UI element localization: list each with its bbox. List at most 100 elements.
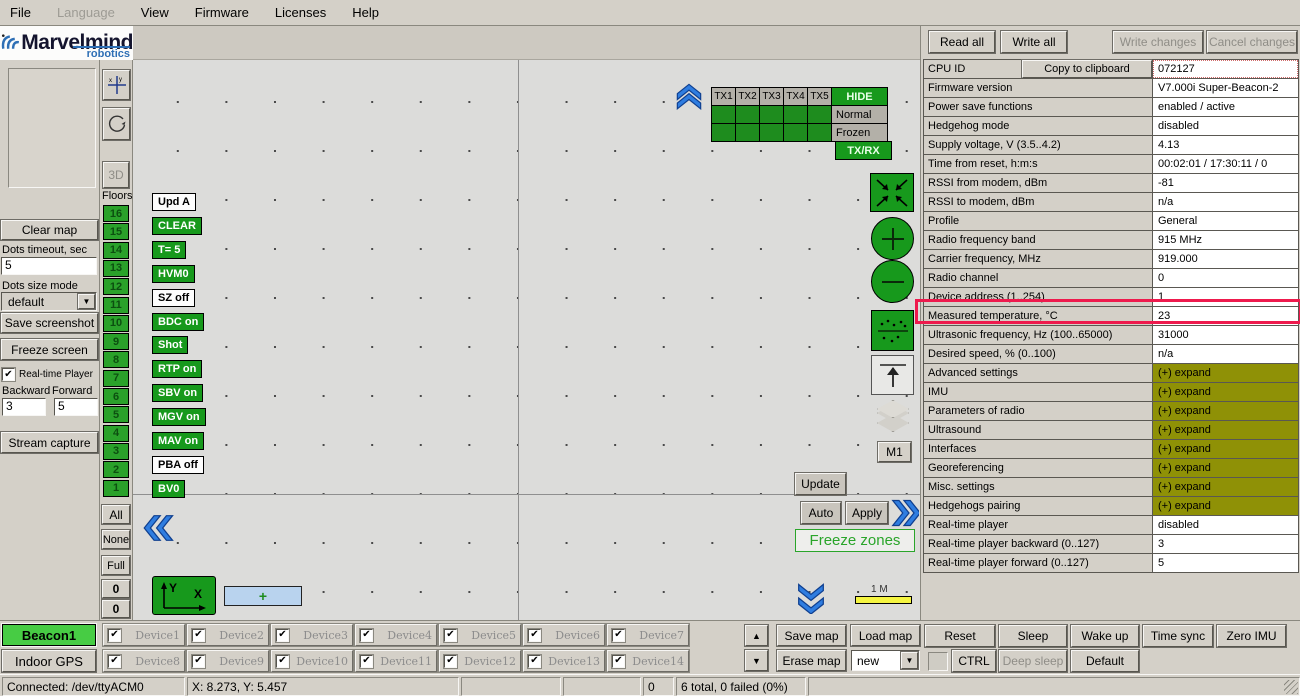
device-checkbox[interactable]: ✔	[108, 629, 121, 642]
clear-map-button[interactable]: Clear map	[1, 220, 98, 240]
dropdown-arrow-icon[interactable]: ▼	[901, 652, 918, 669]
expand-cell[interactable]: (+) expand	[1152, 458, 1299, 478]
chevron-left-icon[interactable]	[143, 513, 175, 543]
expand-cell[interactable]: (+) expand	[1152, 477, 1299, 497]
device-toggle-device9[interactable]: ✔Device9	[187, 650, 269, 672]
tx-normal-button[interactable]: Normal	[831, 105, 888, 124]
device-checkbox[interactable]: ✔	[192, 629, 205, 642]
overlay-button-mgv-on[interactable]: MGV on	[152, 408, 206, 426]
cancel-changes-button[interactable]: Cancel changes	[1207, 31, 1297, 53]
map-select[interactable]: new ▼	[851, 650, 920, 671]
tx-header-tx4[interactable]: TX4	[783, 87, 808, 106]
overlay-button-sbv-on[interactable]: SBV on	[152, 384, 203, 402]
freeze-screen-button[interactable]: Freeze screen	[1, 339, 98, 360]
device-toggle-device6[interactable]: ✔Device6	[523, 624, 605, 646]
tx-cell[interactable]	[735, 105, 760, 124]
sleep-button[interactable]: Sleep	[999, 625, 1067, 647]
read-all-button[interactable]: Read all	[929, 31, 995, 53]
menu-item-language[interactable]: Language	[57, 5, 115, 20]
device-checkbox[interactable]: ✔	[528, 655, 541, 668]
erase-map-button[interactable]: Erase map	[777, 650, 846, 671]
dots-icon[interactable]	[871, 310, 914, 351]
reset-button[interactable]: Reset	[925, 625, 995, 647]
chevron-up-icon[interactable]	[675, 82, 703, 110]
load-map-button[interactable]: Load map	[851, 625, 920, 646]
device-toggle-device12[interactable]: ✔Device12	[439, 650, 521, 672]
overlay-button-shot[interactable]: Shot	[152, 336, 188, 354]
save-map-button[interactable]: Save map	[777, 625, 846, 646]
floor-button-9[interactable]: 9	[103, 333, 129, 350]
device-toggle-device11[interactable]: ✔Device11	[355, 650, 437, 672]
backward-input[interactable]: 3	[2, 398, 46, 416]
floors-none-button[interactable]: None	[102, 530, 130, 549]
menu-item-file[interactable]: File	[10, 5, 31, 20]
floor-button-2[interactable]: 2	[103, 461, 129, 478]
ctrl-button[interactable]: CTRL	[952, 650, 996, 672]
overlay-button-pba-off[interactable]: PBA off	[152, 456, 204, 474]
write-changes-button[interactable]: Write changes	[1113, 31, 1203, 53]
dropdown-arrow-icon[interactable]: ▼	[78, 294, 95, 309]
map-canvas[interactable]: Upd ACLEART= 5HVM0SZ offBDC onShotRTP on…	[133, 60, 920, 620]
floor-button-14[interactable]: 14	[103, 242, 129, 259]
overlay-button-mav-on[interactable]: MAV on	[152, 432, 204, 450]
overlay-button-clear[interactable]: CLEAR	[152, 217, 202, 235]
save-screenshot-button[interactable]: Save screenshot	[1, 313, 98, 333]
update-button[interactable]: Update	[795, 473, 846, 495]
add-submap-button[interactable]: +	[224, 586, 302, 606]
zoom-out-icon[interactable]	[871, 260, 914, 303]
wake-up-button[interactable]: Wake up	[1071, 625, 1139, 647]
stream-capture-button[interactable]: Stream capture	[1, 432, 98, 453]
tx-cell[interactable]	[783, 123, 808, 142]
apply-button[interactable]: Apply	[846, 502, 888, 524]
m1-button[interactable]: M1	[878, 442, 911, 462]
tx-cell[interactable]	[759, 105, 784, 124]
tx-cell[interactable]	[735, 123, 760, 142]
floor-button-15[interactable]: 15	[103, 223, 129, 240]
floor-button-13[interactable]: 13	[103, 260, 129, 277]
device-toggle-device10[interactable]: ✔Device10	[271, 650, 353, 672]
overlay-button-bdc-on[interactable]: BDC on	[152, 313, 204, 331]
floor-button-16[interactable]: 16	[103, 205, 129, 222]
device-checkbox[interactable]: ✔	[444, 655, 457, 668]
floor-counter-1[interactable]: 0	[102, 580, 130, 598]
device-toggle-device2[interactable]: ✔Device2	[187, 624, 269, 646]
zoom-in-icon[interactable]	[871, 217, 914, 260]
floor-counter-2[interactable]: 0	[102, 600, 130, 618]
expand-cell[interactable]: (+) expand	[1152, 420, 1299, 440]
menu-item-firmware[interactable]: Firmware	[195, 5, 249, 20]
device-checkbox[interactable]: ✔	[192, 655, 205, 668]
device-checkbox[interactable]: ✔	[444, 629, 457, 642]
deep-sleep-button[interactable]: Deep sleep	[999, 650, 1067, 672]
overlay-button-upd-a[interactable]: Upd A	[152, 193, 196, 211]
beacon1-tab[interactable]: Beacon1	[2, 624, 96, 646]
chevron-down-icon[interactable]	[795, 582, 827, 614]
overlay-button-bv0[interactable]: BV0	[152, 480, 185, 498]
floor-button-6[interactable]: 6	[103, 388, 129, 405]
fit-view-icon[interactable]	[870, 173, 914, 212]
tx-cell[interactable]	[783, 105, 808, 124]
device-checkbox[interactable]: ✔	[612, 655, 625, 668]
chevron-right-icon[interactable]	[889, 498, 919, 528]
device-checkbox[interactable]: ✔	[276, 629, 289, 642]
device-checkbox[interactable]: ✔	[528, 629, 541, 642]
expand-cell[interactable]: (+) expand	[1152, 439, 1299, 459]
overlay-button-t-5[interactable]: T= 5	[152, 241, 186, 259]
tx-hide-button[interactable]: HIDE	[831, 87, 888, 106]
scroll-down-icon[interactable]: ▼	[745, 650, 768, 671]
floors-all-button[interactable]: All	[102, 505, 130, 524]
device-checkbox[interactable]: ✔	[360, 655, 373, 668]
realtime-player-toggle[interactable]: ✔ Real-time Player	[2, 368, 93, 381]
device-toggle-device3[interactable]: ✔Device3	[271, 624, 353, 646]
3d-button[interactable]: 3D	[103, 162, 129, 188]
tx-cell[interactable]	[807, 123, 832, 142]
write-all-button[interactable]: Write all	[1001, 31, 1067, 53]
tx-header-tx5[interactable]: TX5	[807, 87, 832, 106]
floor-button-11[interactable]: 11	[103, 297, 129, 314]
menu-item-view[interactable]: View	[141, 5, 169, 20]
expand-cell[interactable]: (+) expand	[1152, 401, 1299, 421]
dots-size-select[interactable]: default ▼	[1, 292, 97, 311]
device-checkbox[interactable]: ✔	[276, 655, 289, 668]
tx-frozen-button[interactable]: Frozen	[831, 123, 888, 142]
tx-cell[interactable]	[711, 123, 736, 142]
floor-button-8[interactable]: 8	[103, 351, 129, 368]
